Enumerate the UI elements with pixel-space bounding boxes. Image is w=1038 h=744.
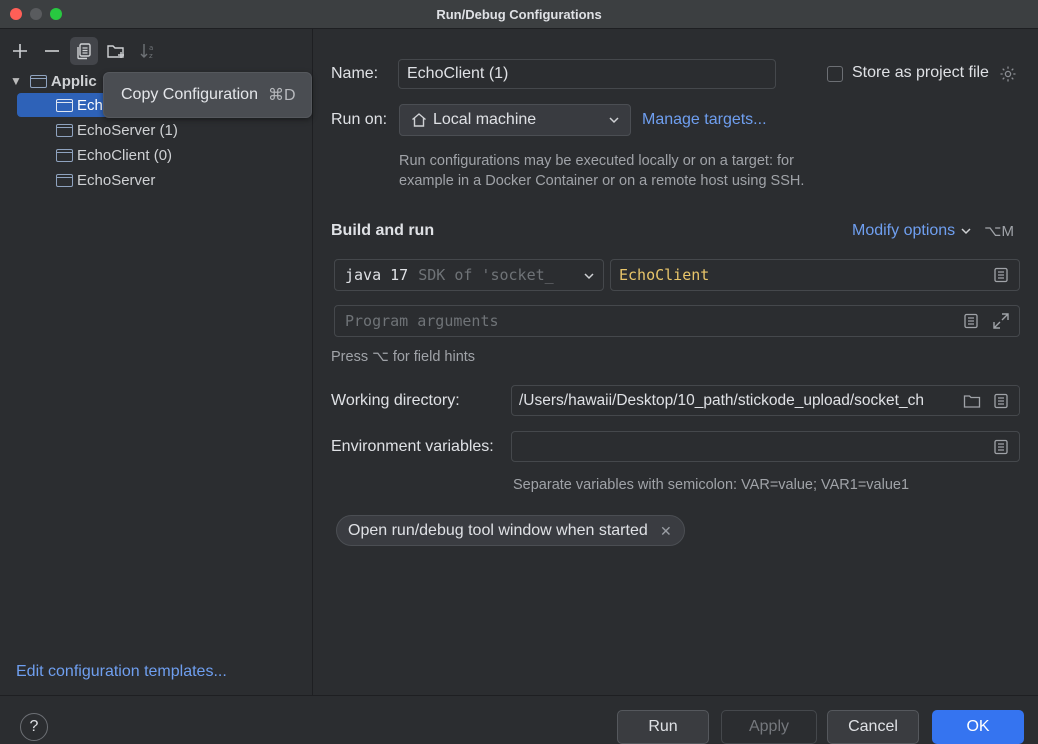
tree-group-label: Applic xyxy=(50,72,97,90)
tree-group-application[interactable]: ▼ Applic xyxy=(10,69,97,93)
copy-configuration-tooltip: Copy Configuration ⌘D xyxy=(103,72,312,118)
application-icon xyxy=(29,74,47,88)
manage-targets-link[interactable]: Manage targets... xyxy=(642,111,767,129)
minus-icon xyxy=(45,50,59,52)
chevron-down-icon[interactable]: ▼ xyxy=(10,74,22,88)
working-directory-label: Working directory: xyxy=(331,392,460,409)
ok-button[interactable]: OK xyxy=(932,710,1024,744)
run-button[interactable]: Run xyxy=(617,710,709,744)
tooltip-shortcut: ⌘D xyxy=(267,87,296,104)
tree-item-label: EchoServer (1) xyxy=(77,121,178,139)
home-icon xyxy=(412,113,426,127)
plus-icon xyxy=(13,44,27,58)
application-icon xyxy=(56,98,73,112)
main-class-value: EchoClient xyxy=(619,266,710,284)
run-on-hint: Run configurations may be executed local… xyxy=(399,151,804,191)
environment-variables-field[interactable] xyxy=(511,431,1020,462)
svg-text:z: z xyxy=(149,52,153,60)
browse-list-icon[interactable] xyxy=(963,313,979,329)
environment-variables-label: Environment variables: xyxy=(331,438,494,455)
minimize-window-button[interactable] xyxy=(30,8,42,20)
chevron-down-icon xyxy=(609,117,619,124)
folder-icon[interactable] xyxy=(963,393,981,409)
tree-item-echo-server-1[interactable]: EchoServer (1) xyxy=(56,118,178,142)
run-on-value: Local machine xyxy=(433,111,537,128)
window-controls xyxy=(10,8,62,20)
folder-plus-icon xyxy=(107,45,124,58)
remove-configuration-button[interactable] xyxy=(38,37,66,65)
browse-list-icon[interactable] xyxy=(993,393,1009,409)
copy-icon xyxy=(77,43,91,60)
window-title: Run/Debug Configurations xyxy=(436,6,602,22)
tree-item-label: EchoServer xyxy=(77,171,156,189)
tooltip-label: Copy Configuration xyxy=(121,86,258,103)
chip-label: Open run/debug tool window when started xyxy=(348,521,648,539)
working-directory-value: /Users/hawaii/Desktop/10_path/stickode_u… xyxy=(519,391,924,409)
jdk-value: java 17 xyxy=(345,266,409,284)
run-on-hint-line2: example in a Docker Container or on a re… xyxy=(399,173,805,189)
tree-item-echo-server[interactable]: EchoServer xyxy=(56,168,155,192)
new-folder-button[interactable] xyxy=(102,37,130,65)
tree-item-echo-client-0[interactable]: EchoClient (0) xyxy=(56,143,172,167)
sidebar-toolbar: az xyxy=(6,37,162,65)
jdk-hint: SDK of 'socket_ xyxy=(418,266,554,284)
add-configuration-button[interactable] xyxy=(6,37,34,65)
apply-button[interactable]: Apply xyxy=(721,710,817,744)
name-field[interactable]: EchoClient (1) xyxy=(398,59,776,89)
jdk-select[interactable]: java 17 SDK of 'socket_ xyxy=(334,259,604,291)
store-as-project-label[interactable]: Store as project file xyxy=(852,64,989,82)
application-icon xyxy=(56,173,73,187)
chevron-down-icon xyxy=(584,273,594,280)
browse-list-icon[interactable] xyxy=(993,267,1009,283)
modify-options-shortcut: ⌥M xyxy=(984,223,1014,240)
name-label: Name: xyxy=(331,65,379,82)
cancel-button[interactable]: Cancel xyxy=(827,710,919,744)
build-run-heading: Build and run xyxy=(331,222,435,239)
run-on-hint-line1: Run configurations may be executed local… xyxy=(399,153,794,169)
zoom-window-button[interactable] xyxy=(50,8,62,20)
run-on-select[interactable]: Local machine xyxy=(399,104,631,136)
close-icon[interactable]: ✕ xyxy=(660,523,672,540)
tree-item-label: EchoClient (0) xyxy=(77,146,173,164)
configurations-sidebar: az ▼ Applic Echo EchoServer (1) EchoClie… xyxy=(0,29,313,695)
main-class-field[interactable]: EchoClient xyxy=(610,259,1020,291)
help-button[interactable]: ? xyxy=(20,713,48,741)
modify-options-button[interactable]: Modify options ⌥M xyxy=(852,222,1014,240)
program-arguments-placeholder: Program arguments xyxy=(345,312,499,330)
edit-templates-link[interactable]: Edit configuration templates... xyxy=(16,663,227,681)
sort-button[interactable]: az xyxy=(134,37,162,65)
close-window-button[interactable] xyxy=(10,8,22,20)
store-as-project-checkbox[interactable] xyxy=(827,66,843,82)
expand-icon[interactable] xyxy=(992,312,1010,330)
gear-icon[interactable] xyxy=(999,65,1017,83)
working-directory-field[interactable]: /Users/hawaii/Desktop/10_path/stickode_u… xyxy=(511,385,1020,416)
sort-alpha-icon: az xyxy=(140,44,153,60)
run-on-label: Run on: xyxy=(331,111,388,128)
program-arguments-field[interactable]: Program arguments xyxy=(334,305,1020,337)
chevron-down-icon xyxy=(961,228,971,235)
field-hints-text: Press ⌥ for field hints xyxy=(331,349,476,365)
environment-variables-hint: Separate variables with semicolon: VAR=v… xyxy=(513,477,910,493)
copy-configuration-button[interactable] xyxy=(70,37,98,65)
open-tool-window-chip[interactable]: Open run/debug tool window when started … xyxy=(336,515,685,546)
application-icon xyxy=(56,123,73,137)
configuration-form: Name: EchoClient (1) Store as project fi… xyxy=(313,29,1038,695)
title-bar: Run/Debug Configurations xyxy=(0,0,1038,29)
browse-list-icon[interactable] xyxy=(993,439,1009,455)
dialog-footer: ? Run Apply Cancel OK xyxy=(0,695,1038,744)
svg-text:a: a xyxy=(149,44,153,52)
modify-options-label: Modify options xyxy=(852,222,956,239)
name-value: EchoClient (1) xyxy=(407,65,509,82)
application-icon xyxy=(56,148,73,162)
